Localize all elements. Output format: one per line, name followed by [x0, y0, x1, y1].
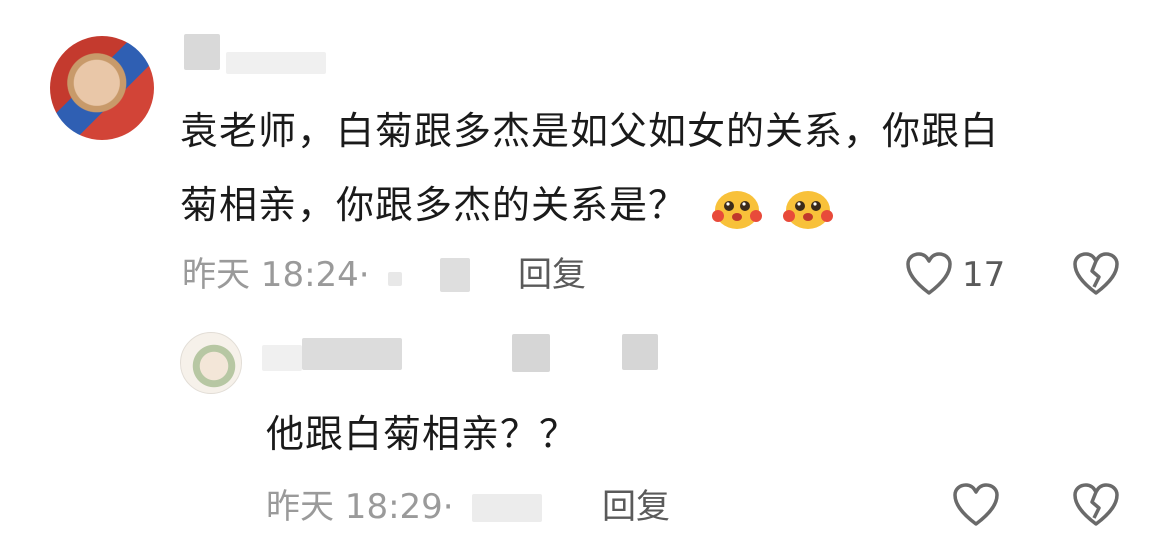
face-emoji-icon	[783, 190, 834, 229]
reply-username-redacted	[512, 334, 550, 372]
comment-text-line-2-content: 菊相亲，你跟多杰的关系是？	[180, 183, 688, 227]
comment-text-line-2: 菊相亲，你跟多杰的关系是？	[180, 177, 835, 233]
location-redacted	[388, 272, 402, 286]
reply-location-redacted	[472, 494, 542, 522]
username-redacted[interactable]	[184, 34, 220, 70]
face-emoji-icon	[712, 190, 763, 229]
reply-username-redacted	[302, 338, 402, 370]
reply-user-avatar[interactable]	[180, 332, 242, 394]
reply-reply-button[interactable]: 回复	[602, 487, 670, 527]
dislike-broken-heart-icon[interactable]	[1072, 251, 1120, 297]
reply-text: 他跟白菊相亲？？	[266, 412, 579, 456]
like-count: 17	[962, 255, 1006, 295]
username-redacted-blur	[226, 52, 326, 74]
comment-text-line-1: 袁老师，白菊跟多杰是如父如女的关系，你跟白	[180, 109, 1000, 153]
dislike-broken-heart-icon[interactable]	[1072, 482, 1120, 528]
reply-button[interactable]: 回复	[518, 255, 586, 295]
reply-username-redacted	[622, 334, 658, 370]
location-redacted	[440, 258, 470, 292]
user-avatar[interactable]	[50, 36, 154, 140]
heart-icon[interactable]	[905, 251, 953, 297]
comment-timestamp: 昨天 18:24·	[182, 255, 370, 295]
reply-timestamp: 昨天 18:29·	[266, 487, 454, 527]
heart-icon[interactable]	[952, 482, 1000, 528]
reply-username-redacted	[262, 345, 302, 371]
